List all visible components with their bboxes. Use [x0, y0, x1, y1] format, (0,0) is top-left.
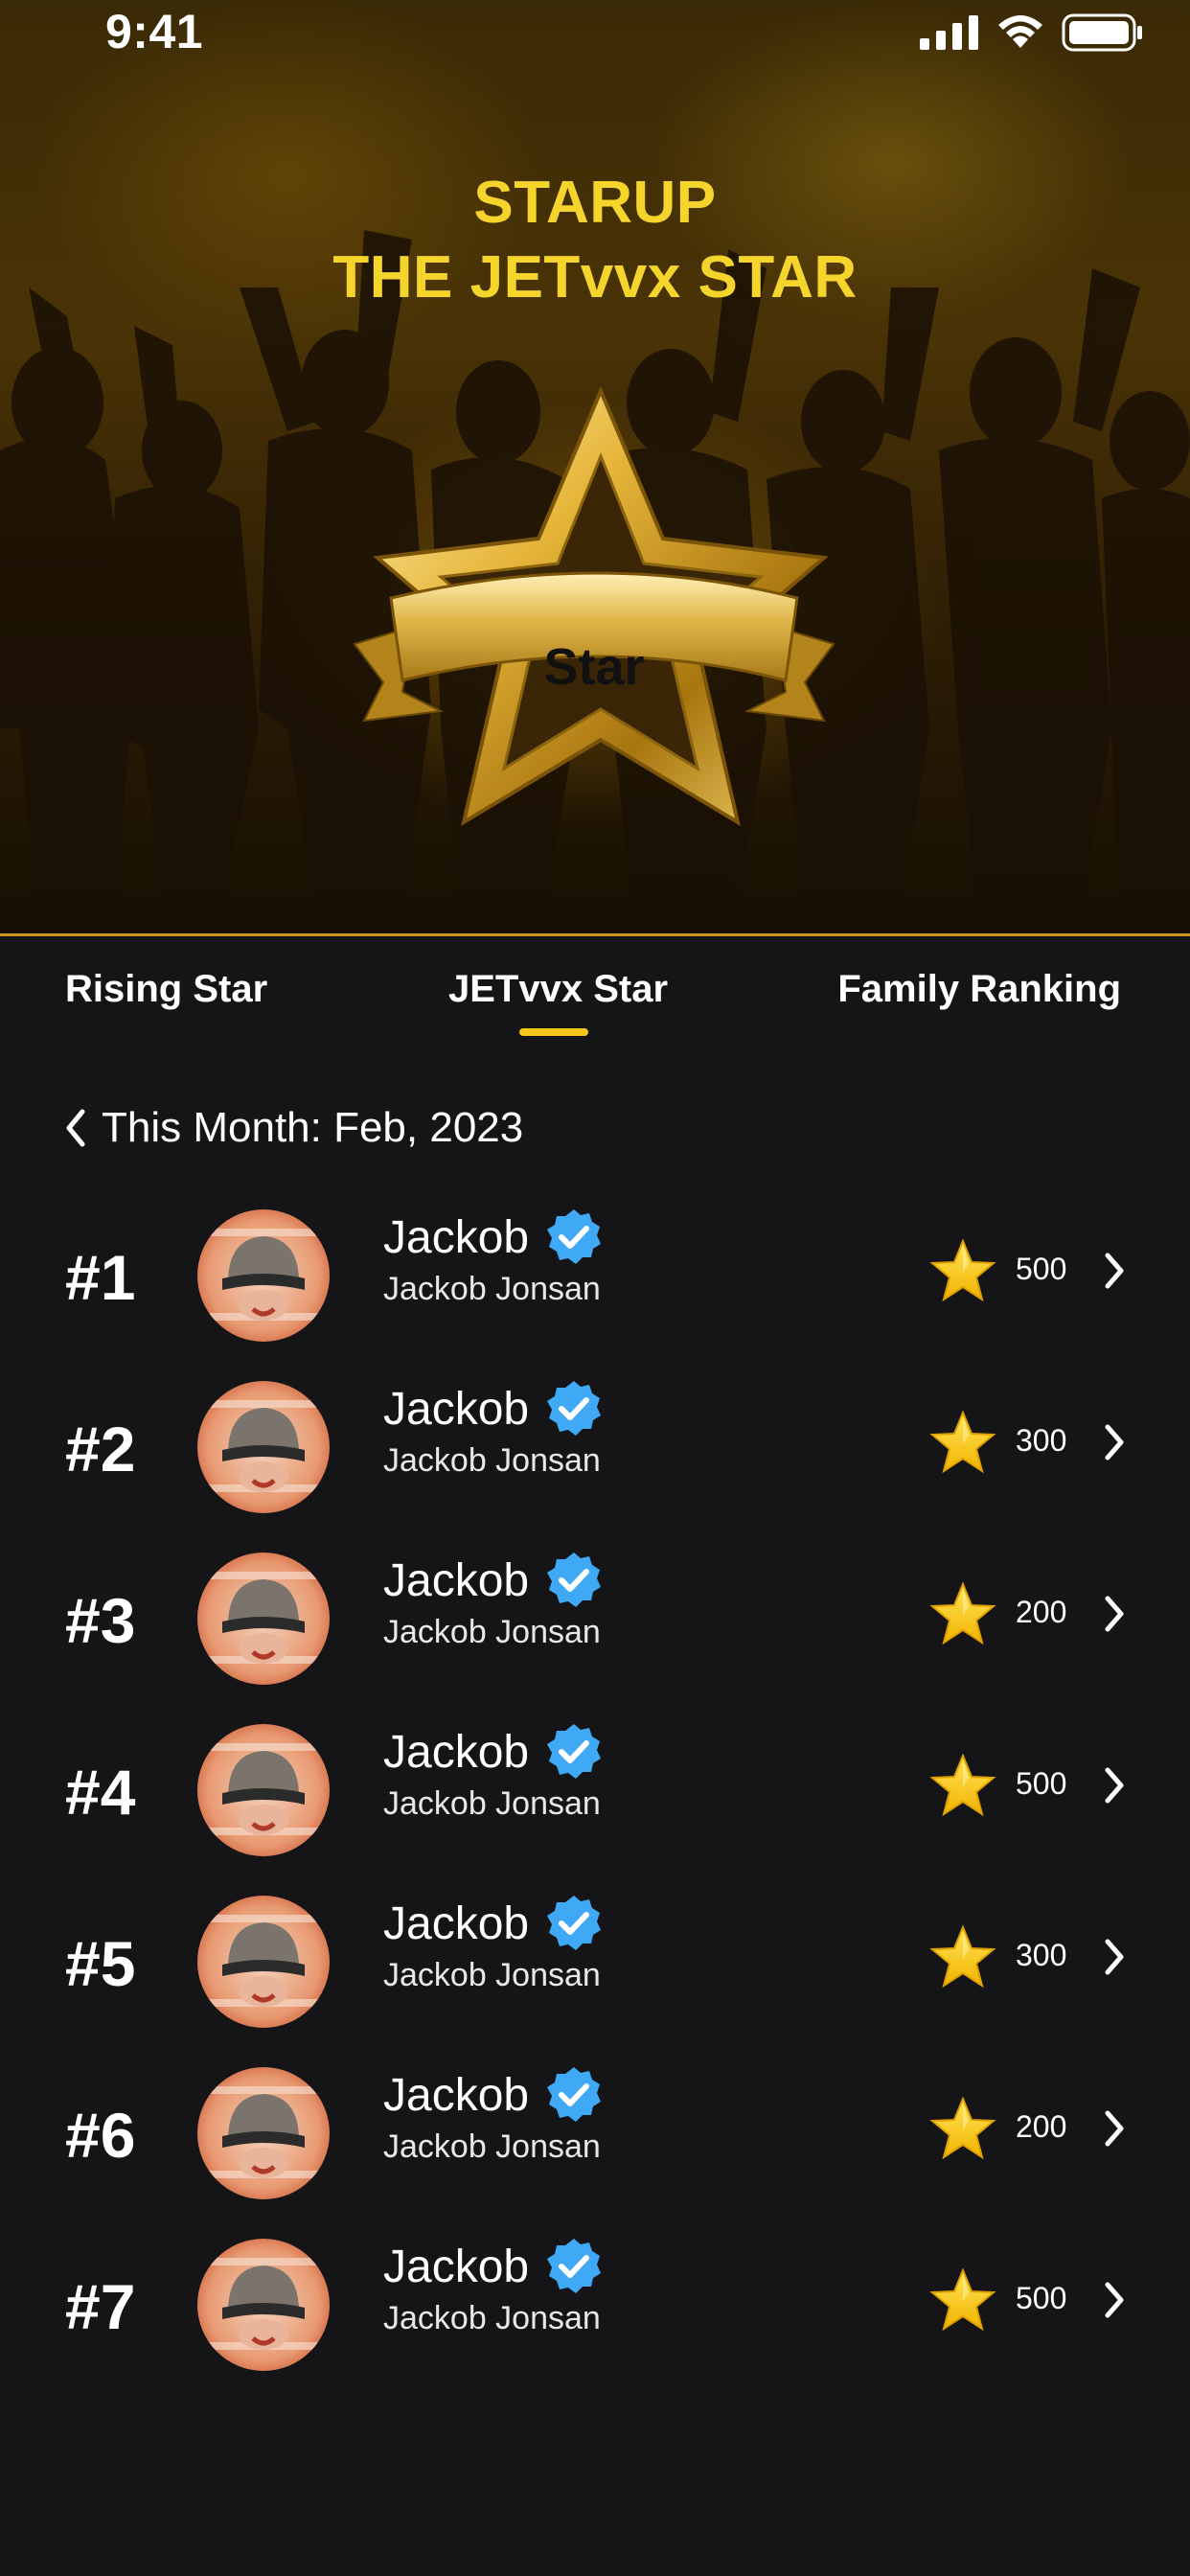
star-score: 500 — [1016, 1252, 1067, 1286]
star-icon — [929, 2096, 996, 2160]
leaderboard-row[interactable]: #7 Jackob Jackob Jonsan 500 — [0, 2218, 1190, 2389]
active-tab-indicator — [519, 1028, 588, 1036]
rank-label: #1 — [65, 1242, 136, 1313]
user-name: Jackob — [383, 1554, 530, 1606]
verified-badge-icon — [547, 1552, 602, 1607]
rank-label: #7 — [65, 2271, 136, 2342]
chevron-left-icon[interactable] — [63, 1108, 88, 1148]
avatar[interactable] — [197, 1724, 330, 1856]
star-score: 200 — [1016, 2109, 1067, 2144]
user-name: Jackob — [383, 1898, 530, 1949]
user-full-name: Jackob Jonsan — [383, 1957, 601, 1993]
tab-family-ranking[interactable]: Family Ranking — [837, 968, 1121, 1011]
chevron-right-icon[interactable] — [1100, 1764, 1129, 1806]
verified-badge-icon — [547, 2239, 602, 2293]
month-selector[interactable]: This Month: Feb, 2023 — [63, 1104, 523, 1152]
user-name: Jackob — [383, 2241, 530, 2292]
tab-jetvvx-star[interactable]: JETvvx Star — [448, 968, 668, 1011]
user-avatar-image — [197, 1896, 330, 2028]
hero-banner: 9:41 STARUP THE JETvvx STAR Star — [0, 0, 1190, 935]
avatar[interactable] — [197, 1552, 330, 1685]
user-avatar-image — [197, 1209, 330, 1342]
status-icons — [920, 13, 1144, 52]
name-line: Jackob — [383, 1551, 604, 1610]
user-avatar-image — [197, 2067, 330, 2199]
badge-label: Star — [543, 638, 645, 696]
hero-divider — [0, 933, 1190, 936]
rank-label: #2 — [65, 1414, 136, 1484]
user-full-name: Jackob Jonsan — [383, 1442, 601, 1479]
user-avatar-image — [197, 1552, 330, 1685]
user-full-name: Jackob Jonsan — [383, 2300, 601, 2336]
star-icon — [929, 1753, 996, 1817]
avatar[interactable] — [197, 1209, 330, 1342]
star-icon — [929, 1924, 996, 1989]
name-line: Jackob — [383, 2237, 604, 2296]
leaderboard-row[interactable]: #2 Jackob Jackob Jonsan 300 — [0, 1360, 1190, 1531]
verified-badge-icon — [547, 1209, 602, 1264]
leaderboard-screen: 9:41 STARUP THE JETvvx STAR Star Rising … — [0, 0, 1190, 2576]
chevron-right-icon[interactable] — [1100, 1593, 1129, 1635]
rank-label: #6 — [65, 2100, 136, 2171]
star-icon — [929, 2267, 996, 2332]
star-icon — [929, 1410, 996, 1474]
leaderboard-row[interactable]: #6 Jackob Jackob Jonsan 200 — [0, 2046, 1190, 2218]
user-name: Jackob — [383, 1211, 530, 1263]
star-score: 300 — [1016, 1423, 1067, 1458]
star-score: 500 — [1016, 1766, 1067, 1801]
name-line: Jackob — [383, 1208, 604, 1267]
star-score: 200 — [1016, 1595, 1067, 1629]
user-full-name: Jackob Jonsan — [383, 1785, 601, 1822]
star-icon — [929, 1581, 996, 1645]
battery-icon — [1062, 13, 1142, 52]
leaderboard-row[interactable]: #4 Jackob Jackob Jonsan 500 — [0, 1703, 1190, 1874]
verified-badge-icon — [547, 1724, 602, 1779]
avatar[interactable] — [197, 1381, 330, 1513]
tab-rising-star[interactable]: Rising Star — [65, 968, 267, 1011]
name-line: Jackob — [383, 1722, 604, 1782]
avatar[interactable] — [197, 2239, 330, 2371]
month-label: This Month: Feb, 2023 — [102, 1104, 524, 1151]
name-line: Jackob — [383, 2065, 604, 2125]
verified-badge-icon — [547, 2067, 602, 2122]
user-avatar-image — [197, 2239, 330, 2371]
avatar[interactable] — [197, 1896, 330, 2028]
user-avatar-image — [197, 1381, 330, 1513]
tab-bar: Rising Star JETvvx Star Family Ranking — [0, 968, 1190, 1045]
user-full-name: Jackob Jonsan — [383, 2128, 601, 2165]
star-score: 500 — [1016, 2281, 1067, 2315]
cellular-signal-icon — [920, 15, 978, 50]
user-full-name: Jackob Jonsan — [383, 1271, 601, 1307]
chevron-right-icon[interactable] — [1100, 2279, 1129, 2321]
star-badge-icon — [353, 385, 835, 827]
user-name: Jackob — [383, 1726, 530, 1778]
star-icon — [929, 1238, 996, 1302]
user-name: Jackob — [383, 2069, 530, 2121]
user-full-name: Jackob Jonsan — [383, 1614, 601, 1650]
status-time: 9:41 — [105, 5, 204, 58]
chevron-right-icon[interactable] — [1100, 1250, 1129, 1292]
hero-title-line1: STARUP — [473, 170, 717, 236]
name-line: Jackob — [383, 1379, 604, 1438]
hero-title-line2: THE JETvvx STAR — [332, 244, 858, 310]
leaderboard-list: #1 Jackob Jackob Jonsan 500 #2 Jackob Ja… — [0, 1188, 1190, 2389]
rank-label: #4 — [65, 1757, 136, 1828]
avatar[interactable] — [197, 2067, 330, 2199]
star-score: 300 — [1016, 1938, 1067, 1972]
user-name: Jackob — [383, 1383, 530, 1435]
chevron-right-icon[interactable] — [1100, 2107, 1129, 2150]
verified-badge-icon — [547, 1381, 602, 1436]
leaderboard-row[interactable]: #3 Jackob Jackob Jonsan 200 — [0, 1531, 1190, 1703]
chevron-right-icon[interactable] — [1100, 1421, 1129, 1463]
user-avatar-image — [197, 1724, 330, 1856]
name-line: Jackob — [383, 1894, 604, 1953]
wifi-icon — [998, 15, 1042, 48]
leaderboard-row[interactable]: #5 Jackob Jackob Jonsan 300 — [0, 1874, 1190, 2046]
chevron-right-icon[interactable] — [1100, 1936, 1129, 1978]
rank-label: #3 — [65, 1585, 136, 1656]
leaderboard-row[interactable]: #1 Jackob Jackob Jonsan 500 — [0, 1188, 1190, 1360]
verified-badge-icon — [547, 1896, 602, 1950]
rank-label: #5 — [65, 1928, 136, 1999]
